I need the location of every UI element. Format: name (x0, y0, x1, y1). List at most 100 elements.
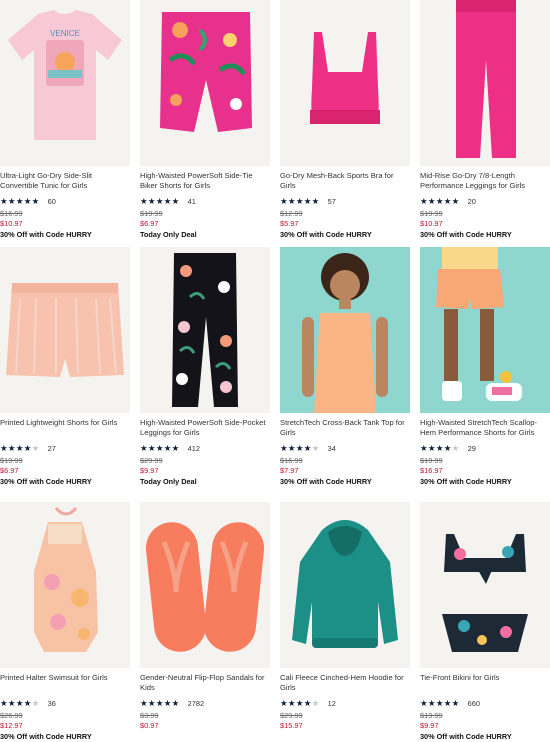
star-rating-icon: ★★★★★ (420, 196, 460, 206)
rating: ★★★★★ 57 (280, 196, 410, 206)
review-count: 412 (187, 443, 200, 453)
review-count: 41 (187, 196, 196, 206)
sale-price: $9.97 (420, 721, 439, 730)
product-card[interactable]: StretchTech Cross-Back Tank Top for Girl… (280, 247, 410, 487)
star-rating-icon: ★★★★★ (0, 196, 40, 206)
product-card[interactable]: Go-Dry Mesh-Back Sports Bra for Girls ★★… (280, 0, 410, 240)
product-image[interactable] (280, 0, 410, 166)
star-rating-icon: ★★★★★ (280, 196, 320, 206)
promo-text: 30% Off with Code HURRY (280, 230, 372, 239)
promo-text: 30% Off with Code HURRY (280, 477, 372, 486)
product-title[interactable]: Go-Dry Mesh-Back Sports Bra for Girls (280, 171, 410, 193)
promo-text: 30% Off with Code HURRY (0, 230, 92, 239)
product-image[interactable] (420, 247, 550, 413)
sale-price: $7.97 (280, 466, 299, 475)
rating: ★★★★★ 12 (280, 698, 410, 708)
rating: ★★★★★ 29 (420, 443, 550, 453)
star-rating-icon: ★★★★★ (280, 443, 320, 453)
product-card[interactable]: Printed Halter Swimsuit for Girls ★★★★★ … (0, 502, 130, 742)
star-rating-icon: ★★★★★ (0, 443, 40, 453)
product-card[interactable]: VENICE Ultra-Light Go-Dry Side-Slit Conv… (0, 0, 130, 240)
sale-price: $16.97 (420, 466, 443, 475)
rating: ★★★★★ 27 (0, 443, 130, 453)
original-price: $12.99 (280, 209, 303, 218)
product-image[interactable] (140, 502, 270, 668)
original-price: $19.99 (140, 209, 163, 218)
review-count: 60 (47, 196, 56, 206)
original-price: $19.99 (420, 456, 443, 465)
product-card[interactable]: Printed Lightweight Shorts for Girls ★★★… (0, 247, 130, 487)
review-count: 12 (327, 698, 336, 708)
sale-price: $12.97 (0, 721, 23, 730)
product-title[interactable]: StretchTech Cross-Back Tank Top for Girl… (280, 418, 410, 440)
product-image[interactable] (140, 247, 270, 413)
product-card[interactable]: Mid-Rise Go-Dry 7/8-Length Performance L… (420, 0, 550, 240)
original-price: $29.99 (140, 456, 163, 465)
product-title[interactable]: Gender-Neutral Flip-Flop Sandals for Kid… (140, 673, 270, 695)
product-image[interactable] (0, 502, 130, 668)
product-title[interactable]: High-Waisted PowerSoft Side-Pocket Leggi… (140, 418, 270, 440)
review-count: 29 (467, 443, 476, 453)
star-rating-icon: ★★★★★ (0, 698, 40, 708)
review-count: 34 (327, 443, 336, 453)
product-card[interactable]: Tie-Front Bikini for Girls ★★★★★ 660 $19… (420, 502, 550, 742)
product-image[interactable] (420, 502, 550, 668)
original-price: $19.99 (420, 209, 443, 218)
original-price: $19.99 (420, 711, 443, 720)
product-title[interactable]: Cali Fleece Cinched-Hem Hoodie for Girls (280, 673, 410, 695)
star-rating-icon: ★★★★★ (420, 698, 460, 708)
rating: ★★★★★ 36 (0, 698, 130, 708)
product-title[interactable]: Tie-Front Bikini for Girls (420, 673, 550, 695)
original-price: $16.99 (280, 456, 303, 465)
sale-price: $6.97 (0, 466, 19, 475)
star-rating-icon: ★★★★★ (140, 698, 180, 708)
product-title[interactable]: High-Waisted PowerSoft Side-Tie Biker Sh… (140, 171, 270, 193)
rating: ★★★★★ 41 (140, 196, 270, 206)
promo-text: 30% Off with Code HURRY (420, 477, 512, 486)
promo-text: 30% Off with Code HURRY (0, 477, 92, 486)
star-rating-icon: ★★★★★ (280, 698, 320, 708)
star-rating-icon: ★★★★★ (140, 443, 180, 453)
sale-price: $6.97 (140, 219, 159, 228)
product-image[interactable] (420, 0, 550, 166)
product-title[interactable]: Printed Halter Swimsuit for Girls (0, 673, 130, 695)
sale-price: $5.97 (280, 219, 299, 228)
rating: ★★★★★ 20 (420, 196, 550, 206)
original-price: $16.99 (0, 209, 23, 218)
product-title[interactable]: Mid-Rise Go-Dry 7/8-Length Performance L… (420, 171, 550, 193)
product-image[interactable]: VENICE (0, 0, 130, 166)
promo-text: 30% Off with Code HURRY (420, 230, 512, 239)
promo-text: Today Only Deal (140, 230, 197, 239)
original-price: $29.99 (280, 711, 303, 720)
review-count: 2782 (187, 698, 205, 708)
product-title[interactable]: Printed Lightweight Shorts for Girls (0, 418, 130, 440)
product-image[interactable] (140, 0, 270, 166)
product-image[interactable] (280, 247, 410, 413)
review-count: 57 (327, 196, 336, 206)
promo-text: 30% Off with Code HURRY (420, 732, 512, 741)
svg-text:VENICE: VENICE (50, 29, 80, 38)
product-title[interactable]: High-Waisted StretchTech Scallop-Hem Per… (420, 418, 550, 440)
product-image[interactable] (280, 502, 410, 668)
rating: ★★★★★ 60 (0, 196, 130, 206)
product-image[interactable] (0, 247, 130, 413)
product-card[interactable]: Cali Fleece Cinched-Hem Hoodie for Girls… (280, 502, 410, 732)
sale-price: $10.97 (0, 219, 23, 228)
product-title[interactable]: Ultra-Light Go-Dry Side-Slit Convertible… (0, 171, 130, 193)
product-card[interactable]: High-Waisted PowerSoft Side-Pocket Leggi… (140, 247, 270, 487)
review-count: 36 (47, 698, 56, 708)
rating: ★★★★★ 34 (280, 443, 410, 453)
original-price: $26.99 (0, 711, 23, 720)
rating: ★★★★★ 2782 (140, 698, 270, 708)
product-card[interactable]: High-Waisted StretchTech Scallop-Hem Per… (420, 247, 550, 487)
sale-price: $0.97 (140, 721, 159, 730)
sale-price: $10.97 (420, 219, 443, 228)
product-card[interactable]: Gender-Neutral Flip-Flop Sandals for Kid… (140, 502, 270, 732)
promo-text: 30% Off with Code HURRY (0, 732, 92, 741)
product-grid: VENICE Ultra-Light Go-Dry Side-Slit Conv… (0, 0, 550, 742)
sale-price: $9.97 (140, 466, 159, 475)
original-price: $3.99 (140, 711, 159, 720)
product-card[interactable]: High-Waisted PowerSoft Side-Tie Biker Sh… (140, 0, 270, 240)
star-rating-icon: ★★★★★ (420, 443, 460, 453)
rating: ★★★★★ 660 (420, 698, 550, 708)
